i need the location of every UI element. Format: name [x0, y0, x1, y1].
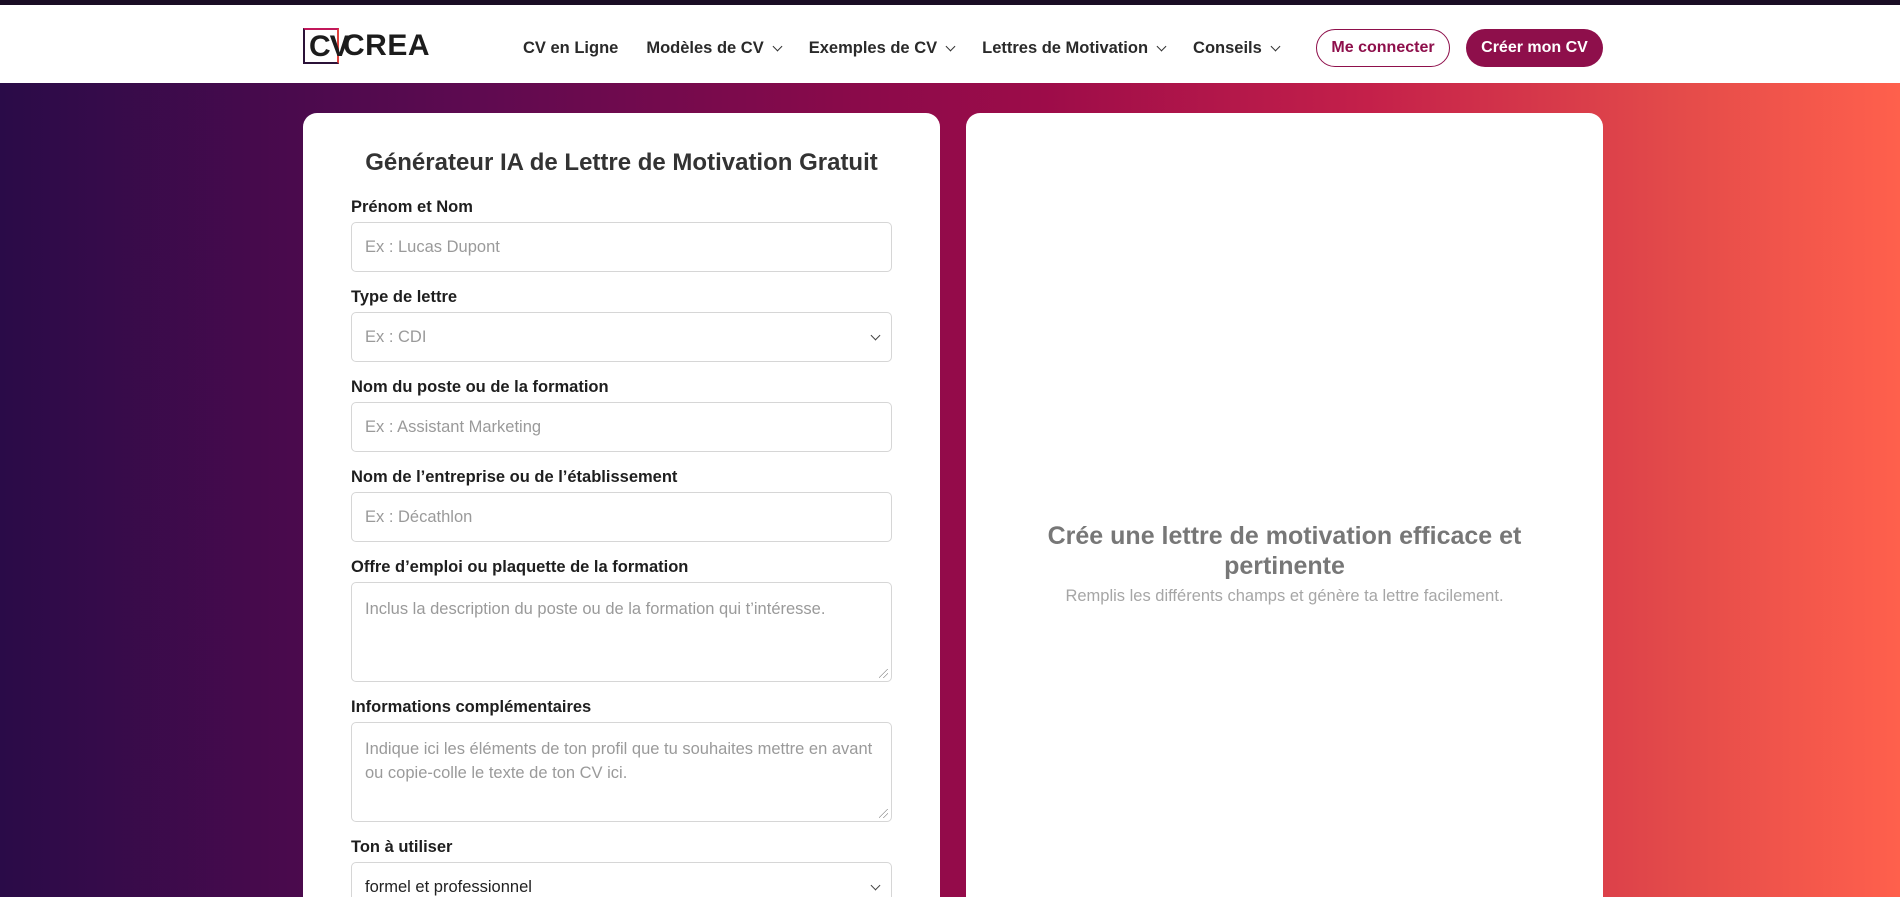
- create-cv-button[interactable]: Créer mon CV: [1466, 29, 1603, 67]
- letter-generator-form: Générateur IA de Lettre de Motivation Gr…: [303, 113, 940, 897]
- preview-subtitle: Remplis les différents champs et génère …: [1065, 587, 1504, 605]
- tone-label: Ton à utiliser: [351, 838, 453, 856]
- logo[interactable]: CV CREA: [303, 27, 430, 65]
- offer-label: Offre d’emploi ou plaquette de la format…: [351, 558, 689, 576]
- extra-info-label: Informations complémentaires: [351, 698, 592, 716]
- offer-textarea-placeholder: Inclus la description du poste ou de la …: [365, 600, 826, 618]
- logo-mark: CV: [303, 28, 350, 64]
- offer-textarea[interactable]: Inclus la description du poste ou de la …: [351, 582, 892, 682]
- chevron-down-icon: [1156, 41, 1167, 51]
- extra-info-textarea-placeholder: Indique ici les éléments de ton profil q…: [365, 740, 873, 782]
- logo-text: CREA: [343, 29, 431, 62]
- name-input-placeholder: Ex : Lucas Dupont: [365, 237, 500, 256]
- letter-type-label: Type de lettre: [351, 288, 458, 306]
- chevron-down-icon: [870, 330, 881, 341]
- position-label: Nom du poste ou de la formation: [351, 378, 609, 396]
- nav-item-conseils[interactable]: Conseils: [1193, 39, 1281, 58]
- letter-type-select[interactable]: Ex : CDI: [351, 312, 892, 362]
- company-input-placeholder: Ex : Décathlon: [365, 507, 473, 526]
- name-input[interactable]: Ex : Lucas Dupont: [351, 222, 892, 272]
- nav-item-exemples-de-cv[interactable]: Exemples de CV: [809, 39, 956, 58]
- site-header: CV CREA CV en Ligne Modèles de CV Exempl…: [0, 5, 1900, 83]
- preview-title: Crée une lettre de motivation efficace e…: [1047, 522, 1522, 580]
- hero-gradient-background: [0, 83, 1900, 897]
- letter-preview-panel: Crée une lettre de motivation efficace e…: [966, 113, 1603, 897]
- company-label: Nom de l’entreprise ou de l’établissemen…: [351, 468, 678, 486]
- main-nav: CV en Ligne Modèles de CV Exemples de CV…: [523, 35, 1307, 61]
- letter-type-value: Ex : CDI: [365, 327, 427, 346]
- form-title: Générateur IA de Lettre de Motivation Gr…: [365, 149, 878, 176]
- position-input-placeholder: Ex : Assistant Marketing: [365, 417, 542, 436]
- chevron-down-icon: [1270, 41, 1281, 51]
- name-label: Prénom et Nom: [351, 198, 473, 216]
- nav-item-modeles-de-cv[interactable]: Modèles de CV: [646, 39, 783, 58]
- position-input[interactable]: Ex : Assistant Marketing: [351, 402, 892, 452]
- nav-item-cv-en-ligne[interactable]: CV en Ligne: [523, 39, 618, 58]
- resize-handle-icon[interactable]: [879, 669, 888, 678]
- chevron-down-icon: [772, 41, 783, 51]
- nav-item-lettres-de-motivation[interactable]: Lettres de Motivation: [982, 39, 1167, 58]
- tone-select[interactable]: formel et professionnel: [351, 862, 892, 897]
- chevron-down-icon: [870, 880, 881, 891]
- company-input[interactable]: Ex : Décathlon: [351, 492, 892, 542]
- resize-handle-icon[interactable]: [879, 809, 888, 818]
- chevron-down-icon: [945, 41, 956, 51]
- login-button[interactable]: Me connecter: [1316, 29, 1450, 67]
- extra-info-textarea[interactable]: Indique ici les éléments de ton profil q…: [351, 722, 892, 822]
- tone-value: formel et professionnel: [365, 877, 532, 896]
